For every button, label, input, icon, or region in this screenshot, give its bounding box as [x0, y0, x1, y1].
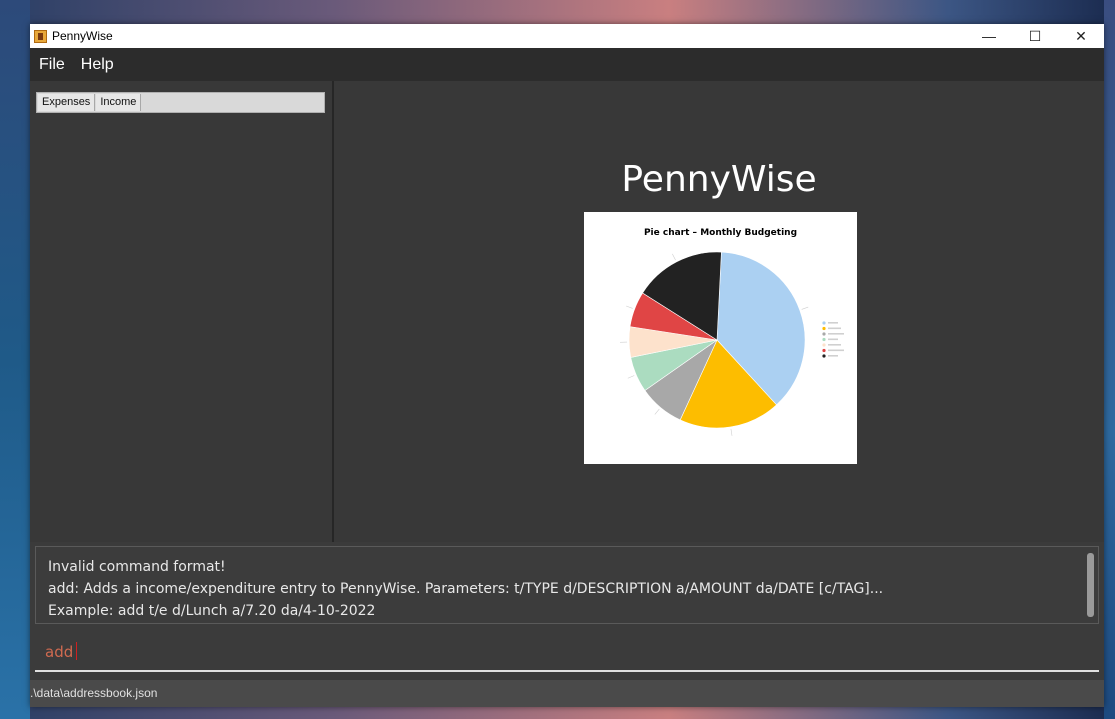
pie-leader-line-1 — [801, 306, 809, 310]
save-location: .\data\addressbook.json — [30, 686, 158, 700]
desktop-background-right — [1104, 0, 1115, 719]
app-icon — [34, 29, 47, 43]
legend-label-7 — [828, 355, 838, 357]
pie-leader-line-7 — [672, 253, 676, 261]
result-display: Invalid command format! add: Adds a inco… — [35, 546, 1099, 624]
pie-leader-line-4 — [627, 375, 635, 379]
legend-swatch-6 — [822, 348, 826, 353]
menu-bar: File Help — [30, 48, 1104, 82]
entry-tabs: Expenses Income — [36, 92, 325, 113]
desktop-background-left — [0, 0, 30, 719]
status-bar: .\data\addressbook.json — [30, 680, 1104, 707]
window-title: PennyWise — [52, 29, 113, 43]
legend-swatch-5 — [822, 343, 826, 347]
app-window: PennyWise — ☐ ✕ File Help Expenses Incom… — [30, 24, 1104, 707]
legend-label-4 — [828, 338, 838, 341]
pie-leader-line-6 — [626, 305, 633, 309]
app-heading: PennyWise — [621, 159, 817, 200]
summary-panel: PennyWise Pie chart – Monthly Budgeting — [334, 81, 1104, 542]
tab-income[interactable]: Income — [96, 94, 142, 111]
menu-file[interactable]: File — [30, 56, 72, 74]
window-controls: — ☐ ✕ — [966, 24, 1104, 48]
legend-label-3 — [828, 333, 844, 335]
title-bar[interactable]: PennyWise — ☐ ✕ — [30, 24, 1104, 48]
pie-leader-line-2 — [730, 428, 733, 436]
entry-list-panel: Expenses Income — [30, 81, 334, 542]
pie-chart — [620, 251, 844, 436]
close-button[interactable]: ✕ — [1058, 24, 1104, 48]
command-box — [35, 634, 1099, 674]
minimize-button[interactable]: — — [966, 24, 1012, 48]
legend-swatch-1 — [822, 321, 826, 325]
text-caret — [76, 642, 77, 660]
pie-chart-card: Pie chart – Monthly Budgeting — [584, 212, 857, 464]
result-line-2: add: Adds a income/expenditure entry to … — [48, 581, 884, 597]
result-scrollbar[interactable] — [1087, 553, 1094, 617]
menu-help[interactable]: Help — [72, 56, 121, 74]
pie-leader-line-3 — [654, 408, 660, 415]
tab-expenses[interactable]: Expenses — [38, 94, 96, 111]
legend-label-1 — [828, 322, 838, 324]
command-input[interactable] — [35, 634, 1099, 672]
legend-label-2 — [828, 327, 841, 330]
legend-label-6 — [828, 349, 844, 352]
legend-swatch-7 — [822, 354, 826, 358]
legend-swatch-4 — [822, 337, 826, 342]
main-area: Expenses Income PennyWise Pie chart – Mo… — [30, 81, 1104, 542]
legend-swatch-3 — [822, 332, 826, 336]
result-line-3: Example: add t/e d/Lunch a/7.20 da/4-10-… — [48, 603, 376, 619]
maximize-button[interactable]: ☐ — [1012, 24, 1058, 48]
legend-swatch-2 — [822, 326, 826, 331]
result-line-1: Invalid command format! — [48, 559, 226, 575]
legend-label-5 — [828, 344, 841, 346]
